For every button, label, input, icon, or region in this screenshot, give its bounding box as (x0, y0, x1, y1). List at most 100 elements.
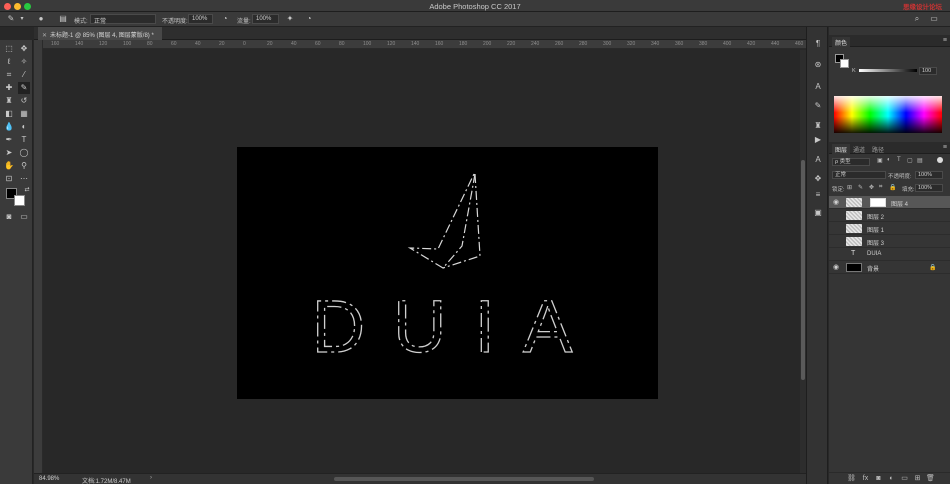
tab-channels[interactable]: 通道 (850, 144, 868, 155)
marquee-tool-icon[interactable]: ⬚ (3, 43, 15, 55)
filter-type-icon[interactable]: T (897, 157, 901, 163)
filter-shape-icon[interactable]: ▢ (907, 157, 913, 164)
new-group-icon[interactable]: ▭ (900, 474, 909, 483)
layer-row[interactable]: ◉ 图层 4 (829, 196, 950, 209)
lock-transparent-icon[interactable]: ⊞ (847, 184, 852, 191)
pen-tool-icon[interactable]: ✒ (3, 134, 15, 146)
ruler-tick-label: 200 (483, 41, 492, 47)
pressure-opacity-icon[interactable]: ◔ (220, 14, 230, 24)
layer-name: 图层 3 (867, 241, 885, 247)
filter-smartobject-icon[interactable]: ▤ (917, 157, 923, 164)
vertical-scroll-thumb[interactable] (801, 160, 805, 380)
zoom-level[interactable]: 84.98% (39, 476, 59, 482)
actions-panel-icon[interactable]: ▶ (813, 135, 823, 145)
right-panel-dock: 颜色 ≡ K 100 图层 通道 路径 ≡ ρ 类型 ▣ ◐ T ▢ ▤ 正常 … (829, 27, 950, 484)
fx-icon[interactable]: fx (861, 474, 870, 483)
healing-brush-tool-icon[interactable]: ✚ (3, 82, 15, 94)
filter-toggle-icon[interactable] (937, 157, 943, 163)
filter-adjustment-icon[interactable]: ◐ (887, 157, 891, 163)
search-icon[interactable]: ⌕ (912, 14, 922, 24)
crop-tool-icon[interactable]: ⌗ (3, 69, 15, 81)
quick-mask-icon[interactable]: ◙ (3, 211, 15, 223)
close-tab-icon[interactable]: ✕ (42, 33, 47, 39)
document-canvas[interactable]: DUIA (44, 50, 800, 473)
new-layer-icon[interactable]: ⊞ (913, 474, 922, 483)
layer-opacity-input[interactable]: 100% (915, 171, 943, 179)
type-tool-icon[interactable]: T (18, 134, 30, 146)
lock-artboard-icon[interactable]: ⌗ (879, 184, 882, 191)
horizontal-scroll-thumb[interactable] (334, 477, 594, 481)
blur-tool-icon[interactable]: 💧 (3, 121, 15, 133)
edit-toolbar-icon[interactable]: ⊡ (3, 173, 15, 185)
swap-colors-icon[interactable]: ⇄ (21, 184, 33, 196)
panel-menu-icon[interactable]: ≡ (943, 144, 947, 151)
workspace-switcher-icon[interactable]: ▭ (929, 14, 939, 24)
mode-select[interactable]: 正常 (90, 14, 156, 25)
flow-input[interactable]: 100% (252, 14, 279, 24)
status-menu-arrow-icon[interactable]: › (150, 475, 152, 481)
path-selection-tool-icon[interactable]: ➤ (3, 147, 15, 159)
lock-image-icon[interactable]: ✎ (858, 184, 863, 191)
lock-all-icon[interactable]: 🔒 (889, 184, 896, 191)
layer-row[interactable]: 图层 3 (829, 235, 950, 248)
zoom-tool-icon[interactable]: ⚲ (18, 160, 30, 172)
brush-settings-panel-icon[interactable]: ✎ (813, 101, 823, 111)
eraser-tool-icon[interactable]: ◧ (3, 108, 15, 120)
opacity-input[interactable]: 100% (188, 14, 213, 24)
title-bar: Adobe Photoshop CC 2017 思缘设计论坛 (0, 0, 950, 12)
brush-panel-toggle-icon[interactable]: ▤ (58, 14, 68, 24)
properties-panel-icon[interactable]: ⊛ (813, 60, 823, 70)
add-mask-icon[interactable]: ◙ (874, 474, 883, 483)
brush-tool-icon[interactable]: ✎ (18, 82, 30, 94)
new-adjustment-icon[interactable]: ◐ (887, 474, 896, 483)
color-background-swatch[interactable] (840, 59, 849, 68)
tab-paths[interactable]: 路径 (869, 144, 887, 155)
hand-tool-icon[interactable]: ✋ (3, 160, 15, 172)
paragraph-panel-icon[interactable]: ¶ (813, 39, 823, 49)
panel-menu-icon[interactable]: ≡ (943, 37, 947, 44)
move-tool-icon[interactable]: ✥ (18, 43, 30, 55)
background-color-swatch[interactable] (14, 195, 25, 206)
clone-stamp-tool-icon[interactable]: ♜ (3, 95, 15, 107)
adjustments-panel-icon[interactable]: ≡ (813, 190, 823, 200)
tool-presets-panel-icon[interactable]: ✥ (813, 174, 823, 184)
brush-tool-preset-icon[interactable]: ✎ (6, 14, 16, 24)
lasso-tool-icon[interactable]: ℓ (3, 56, 15, 68)
blend-mode-select[interactable]: 正常 (832, 171, 886, 179)
eyedropper-tool-icon[interactable]: ⁄ (18, 69, 30, 81)
layer-row[interactable]: 图层 1 (829, 222, 950, 235)
fill-input[interactable]: 100% (915, 184, 943, 192)
history-brush-tool-icon[interactable]: ↺ (18, 95, 30, 107)
color-spectrum[interactable] (834, 96, 942, 133)
link-layers-icon[interactable]: ⛓ (847, 474, 856, 483)
layer-filter-kind-select[interactable]: ρ 类型 (832, 158, 870, 166)
layer-row[interactable]: T DUIA (829, 248, 950, 261)
layer-row[interactable]: 图层 2 (829, 209, 950, 222)
layer-row[interactable]: ◉ 背景 🔒 (829, 261, 950, 274)
clone-source-panel-icon[interactable]: ♜ (813, 121, 823, 131)
tab-color[interactable]: 颜色 (832, 37, 851, 47)
brush-size-picker-icon[interactable]: ● (36, 14, 46, 24)
k-slider[interactable] (859, 69, 917, 72)
visibility-eye-icon[interactable]: ◉ (833, 264, 841, 271)
glyphs-panel-icon[interactable]: A (813, 155, 823, 165)
ellipse-tool-icon[interactable]: ◯ (18, 147, 30, 159)
pressure-size-icon[interactable]: ◔ (304, 14, 314, 24)
screen-mode-icon[interactable]: ▭ (18, 211, 30, 223)
mask-thumbnail[interactable] (870, 198, 886, 207)
magic-wand-tool-icon[interactable]: ✧ (18, 56, 30, 68)
tab-layers[interactable]: 图层 (832, 144, 851, 154)
lock-position-icon[interactable]: ✥ (869, 184, 874, 191)
libraries-panel-icon[interactable]: ▣ (813, 208, 823, 218)
character-panel-icon[interactable]: A (813, 82, 823, 92)
filter-pixel-icon[interactable]: ▣ (877, 157, 883, 164)
canvas-area[interactable]: DUIA (44, 50, 800, 473)
visibility-eye-icon[interactable]: ◉ (833, 199, 841, 206)
trash-icon[interactable]: 🗑 (926, 474, 935, 483)
chevron-down-icon[interactable]: ▾ (17, 14, 27, 24)
gradient-tool-icon[interactable]: ▦ (18, 108, 30, 120)
document-tab[interactable]: ✕ 未标题-1 @ 85% (图层 4, 图层蒙版/8) * (38, 27, 162, 40)
k-value-input[interactable]: 100 (919, 67, 937, 75)
airbrush-icon[interactable]: ✦ (285, 14, 295, 24)
dodge-tool-icon[interactable]: ◐ (18, 121, 30, 133)
